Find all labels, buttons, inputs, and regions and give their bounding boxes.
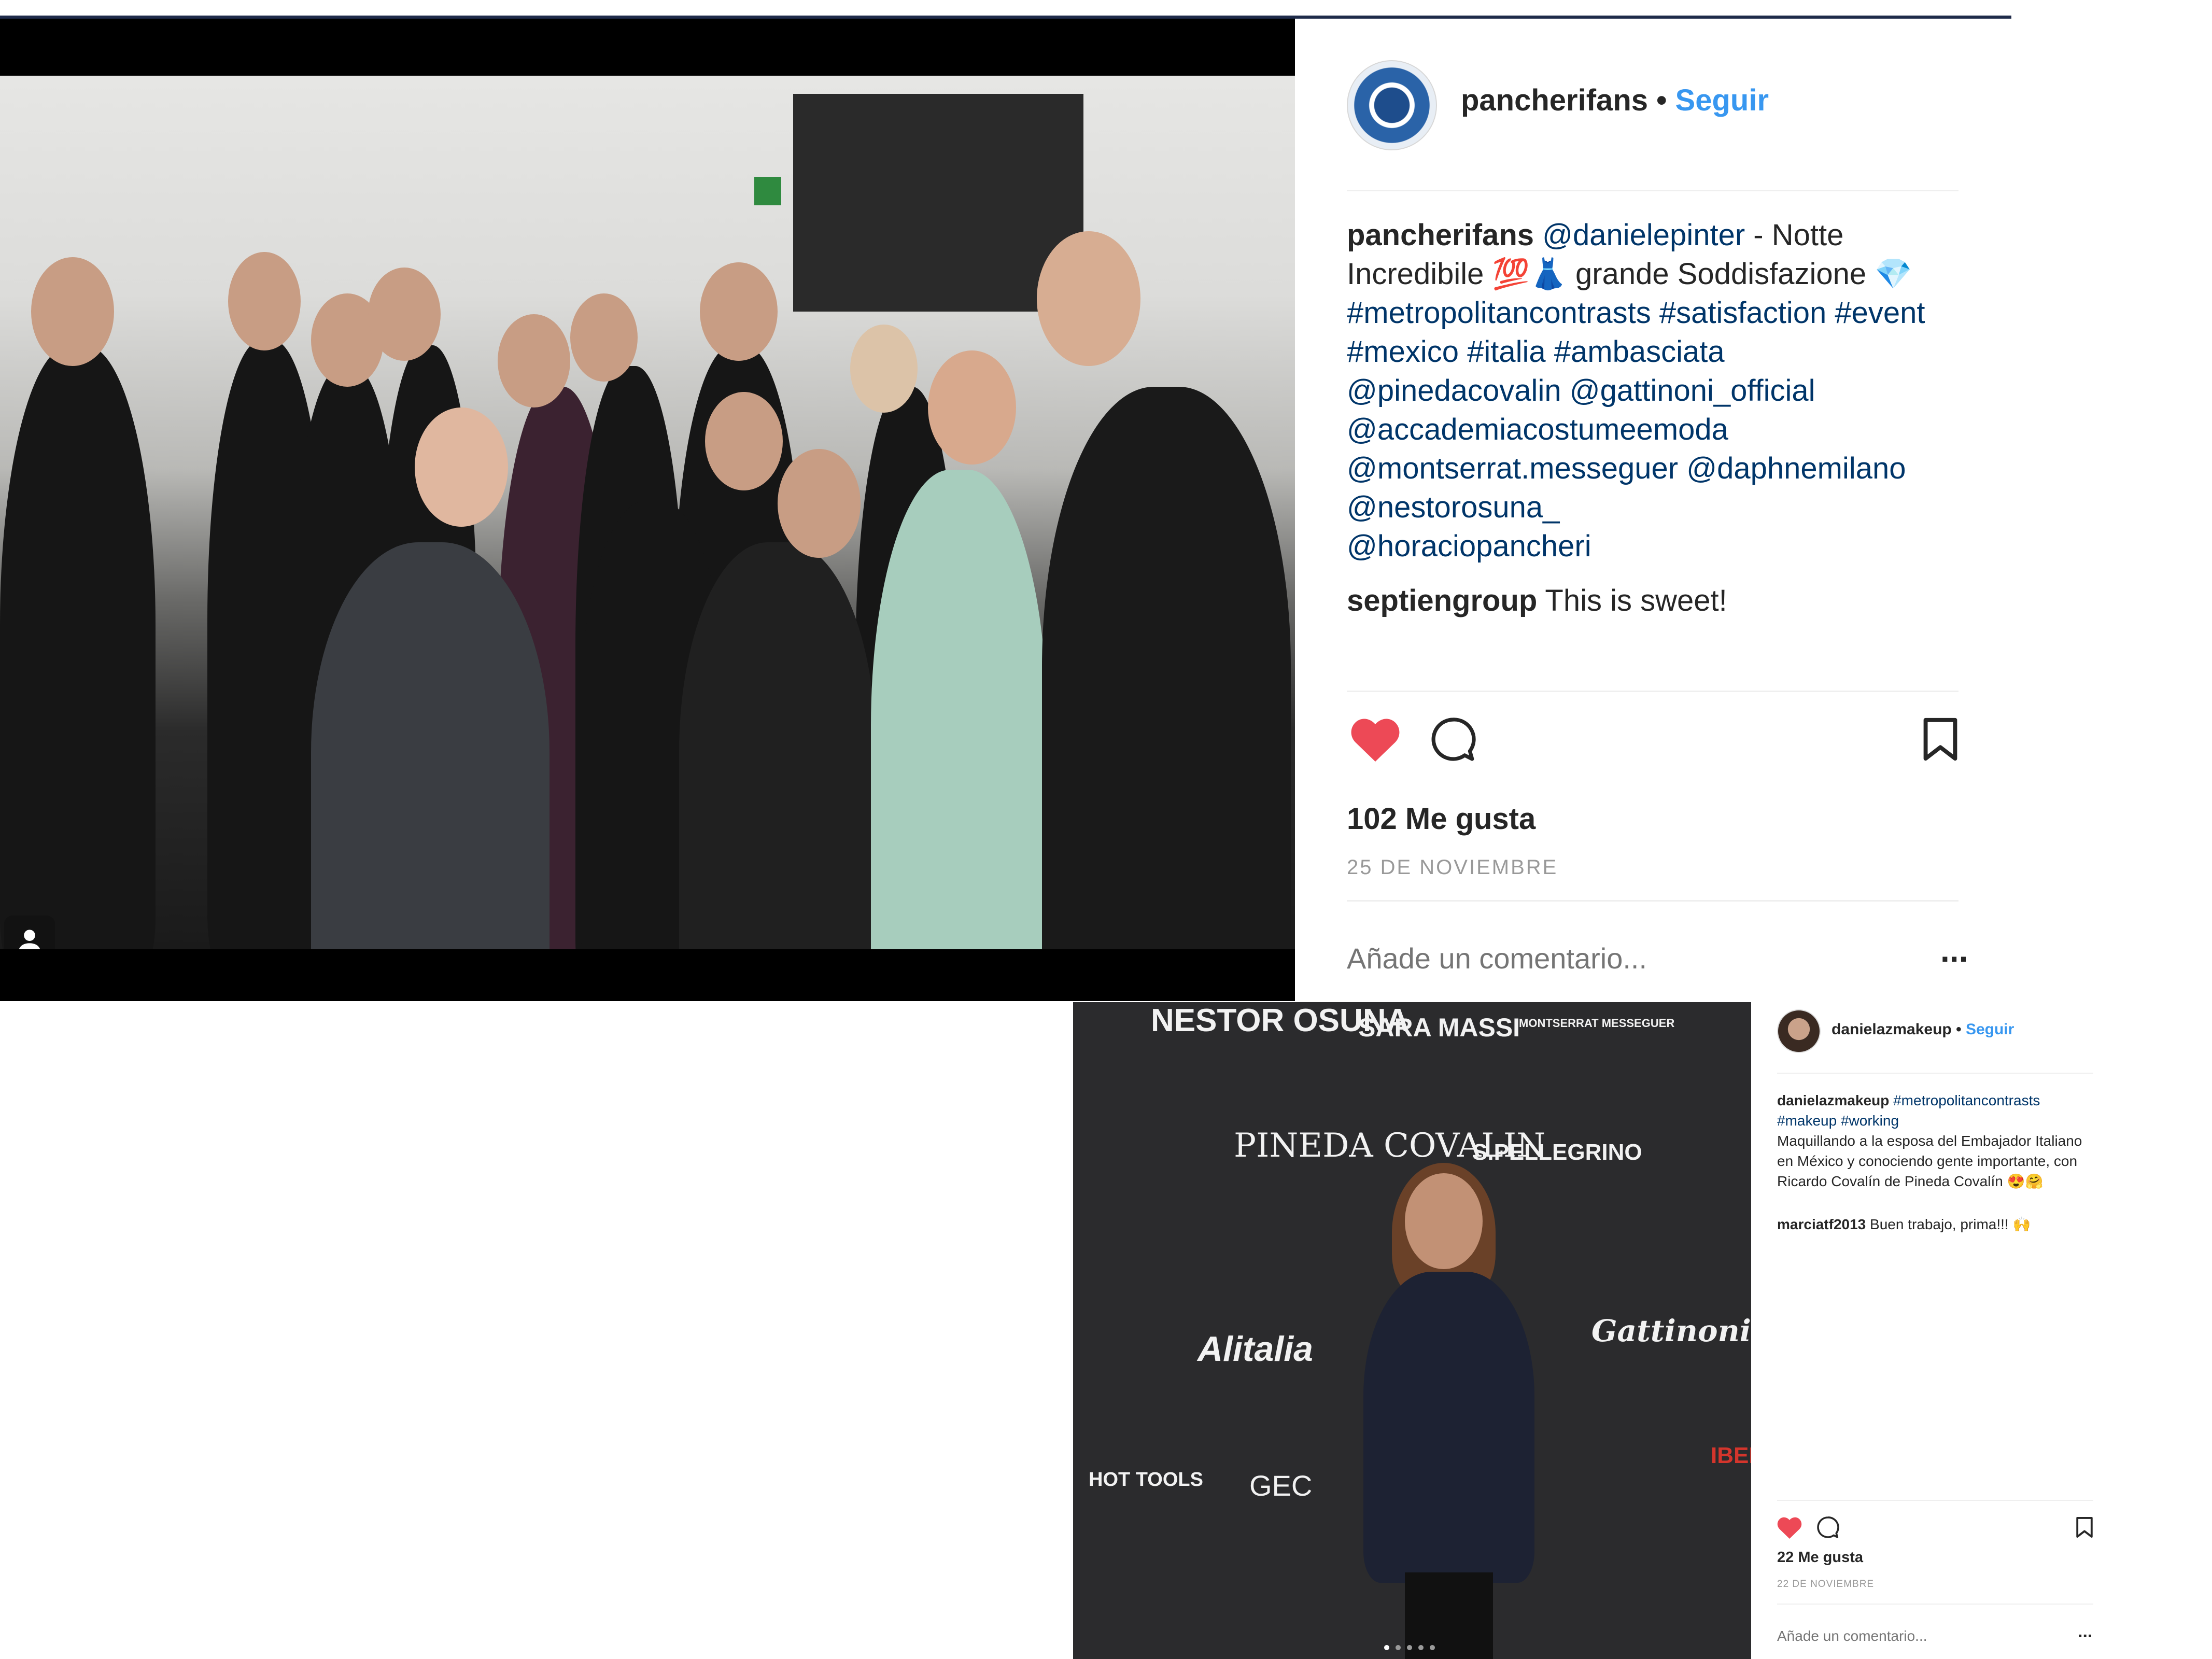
carousel-dot[interactable] [1396,1645,1401,1650]
photo-person-head [498,314,570,407]
hashtag-link[interactable]: #ambasciata [1554,335,1725,369]
photo-exit-sign [754,177,781,205]
photo-person-head [705,392,783,490]
photo-person [1042,387,1291,949]
photo-person-head [228,252,301,350]
photo-person [679,542,876,949]
hashtag-link[interactable]: #satisfaction [1659,296,1826,330]
post1-side-panel: pancherifans • Seguir pancherifans @dani… [1295,19,2011,1001]
more-options-button[interactable]: ... [2078,1622,2092,1642]
more-options-button[interactable]: ... [1940,931,1968,969]
photo-person-head [415,407,508,527]
photo-person-head [368,268,441,361]
username-link[interactable]: danielazmakeup [1831,1021,1952,1038]
hashtag-link[interactable]: #metropolitancontrasts [1347,296,1651,330]
comment-username[interactable]: marciatf2013 [1777,1216,1866,1232]
mention-link[interactable]: @horaciopancheri [1347,529,1591,563]
wall-logo: Alitalia [1197,1329,1313,1369]
follow-button[interactable]: Seguir [1675,83,1769,117]
photo-person [871,470,1047,949]
divider [1347,691,1959,692]
post2-side-panel: danielazmakeup • Seguir danielazmakeup #… [1751,1002,2114,1659]
photo-person-head [570,293,638,382]
header-separator: • [1648,83,1675,117]
hashtag-link[interactable]: #makeup [1777,1113,1837,1129]
post-date[interactable]: 25 DE NOVIEMBRE [1347,856,1558,879]
wall-logo: IBER [1711,1443,1751,1468]
divider [1347,900,1959,902]
caption-username[interactable]: pancherifans [1347,218,1534,252]
wall-logo: GEC [1249,1469,1313,1502]
avatar[interactable] [1347,60,1437,150]
hashtag-link[interactable]: #italia [1467,335,1546,369]
photo-person-head [700,262,778,361]
photo-person-head [778,449,861,558]
carousel-dots[interactable] [1384,1645,1435,1650]
bookmark-icon[interactable] [2073,1514,2096,1540]
photo-person-head [928,350,1016,465]
carousel-dot[interactable] [1384,1645,1389,1650]
comment-username[interactable]: septiengroup [1347,584,1537,617]
heart-icon[interactable] [1347,713,1404,765]
post-date[interactable]: 22 DE NOVIEMBRE [1777,1579,1874,1590]
carousel-dot[interactable] [1418,1645,1424,1650]
divider [1777,1500,2093,1501]
comment-input[interactable] [1347,941,1865,975]
mention-link[interactable]: @daphnemilano [1686,452,1906,485]
comment-row: marciatf2013 Buen trabajo, prima!!! 🙌 [1777,1215,2098,1234]
heart-icon[interactable] [1775,1514,1804,1540]
hashtag-link[interactable]: #working [1841,1113,1899,1129]
avatar[interactable] [1777,1009,1821,1053]
bookmark-icon[interactable] [1917,713,1964,765]
wall-logo: S.PELLEGRINO [1472,1140,1642,1165]
comment-row: septiengroup This is sweet! [1347,581,1959,620]
post1-group-photo[interactable] [0,76,1295,949]
post1-caption: pancherifans @danielepinter - Notte Incr… [1347,216,1959,566]
likes-count[interactable]: 102 Me gusta [1347,802,1535,836]
likes-count[interactable]: 22 Me gusta [1777,1549,1863,1566]
photo-woman-head [1405,1173,1483,1269]
wall-logo: MONTSERRAT MESSEGUER [1519,1017,1675,1030]
comment-input[interactable] [1777,1628,2010,1644]
photo-person-head [1037,231,1140,366]
caption-text: Maquillando a la esposa del Embajador It… [1777,1133,2082,1189]
mention-link[interactable]: @nestorosuna_ [1347,490,1559,524]
photo-person-head [850,325,918,413]
mention-link[interactable]: @pinedacovalin [1347,374,1561,407]
user-tag-icon[interactable] [4,916,55,949]
comment-text: Buen trabajo, prima!!! 🙌 [1870,1216,2031,1232]
header-separator: • [1951,1021,1966,1038]
photo-person [0,345,156,949]
hashtag-link[interactable]: #event [1835,296,1925,330]
mention-link[interactable]: @montserrat.messeguer [1347,452,1678,485]
comment-text: This is sweet! [1545,584,1727,617]
username-link[interactable]: pancherifans [1461,83,1648,117]
post1-header: pancherifans • Seguir [1461,83,1769,118]
post2-header: danielazmakeup • Seguir [1831,1021,2014,1038]
post1-photo-frame [0,19,1295,1001]
follow-button[interactable]: Seguir [1966,1021,2014,1038]
divider [1777,1073,2093,1074]
divider [1347,190,1959,191]
hashtag-link[interactable]: #mexico [1347,335,1459,369]
photo-person [311,542,550,949]
post2-photo[interactable]: NESTOR OSUNA SARA MASSI MONTSERRAT MESSE… [1073,1002,1751,1659]
comment-icon[interactable] [1813,1514,1842,1540]
wall-logo: SARA MASSI [1358,1013,1520,1042]
hashtag-link[interactable]: #metropolitancontrasts [1893,1092,2040,1108]
mention-link[interactable]: @accademiacostumeemoda [1347,413,1728,446]
caption-username[interactable]: danielazmakeup [1777,1092,1889,1108]
wall-logo: HOT TOOLS [1089,1469,1203,1491]
divider [1777,1604,2093,1605]
carousel-dot[interactable] [1407,1645,1412,1650]
mention-link[interactable]: @danielepinter [1542,218,1745,252]
comment-icon[interactable] [1425,713,1482,765]
post2-caption: danielazmakeup #metropolitancontrasts #m… [1777,1090,2098,1191]
carousel-dot[interactable] [1430,1645,1435,1650]
mention-link[interactable]: @gattinoni_official [1570,374,1815,407]
photo-person-head [31,257,114,366]
photo-woman-body [1363,1272,1534,1583]
wall-logo: Gattinoni [1591,1313,1751,1348]
